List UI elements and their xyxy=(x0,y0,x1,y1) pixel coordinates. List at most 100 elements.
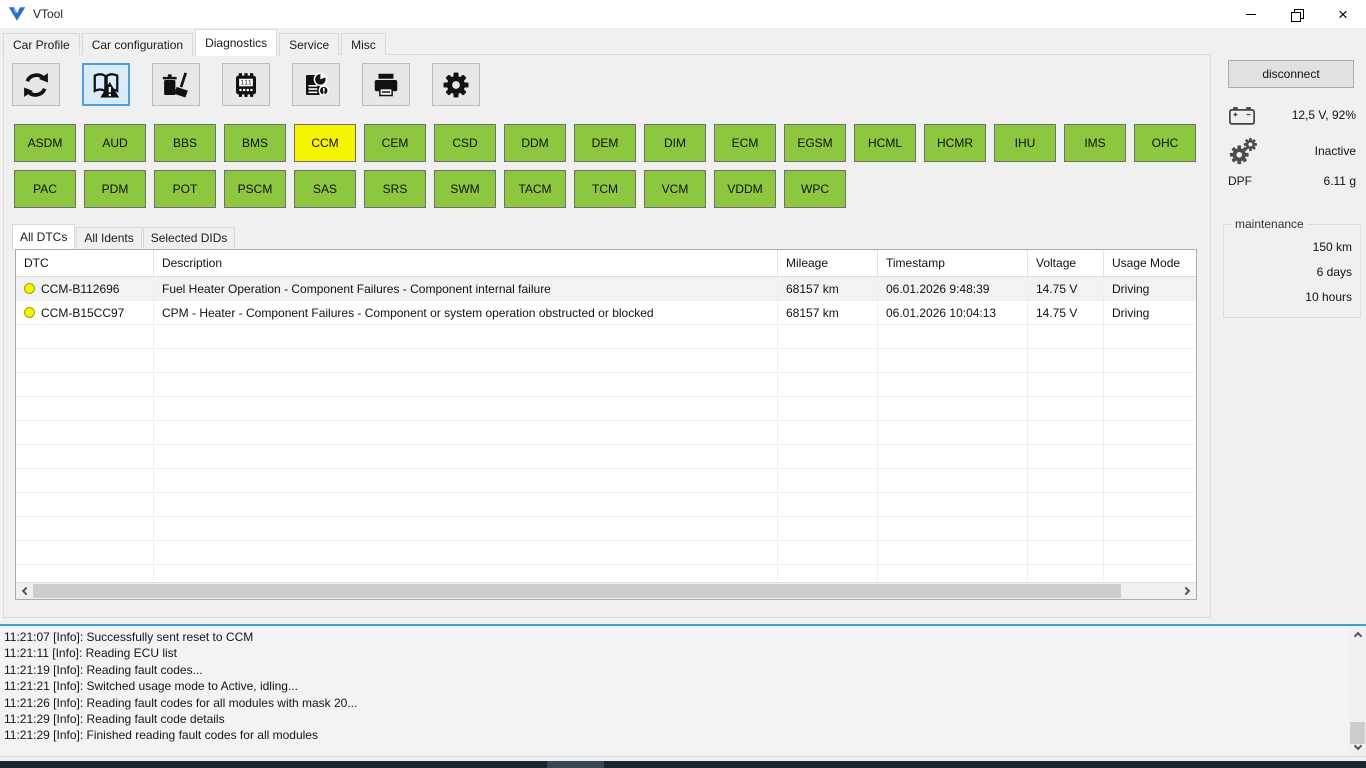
module-button-ihu[interactable]: IHU xyxy=(994,124,1056,162)
module-button-hcmr[interactable]: HCMR xyxy=(924,124,986,162)
module-button-srs[interactable]: SRS xyxy=(364,170,426,208)
window-title: VTool xyxy=(33,7,63,21)
scrollbar-thumb[interactable] xyxy=(33,584,1121,598)
usage-mode-row: Inactive xyxy=(1228,136,1356,166)
tab-selected-dids[interactable]: Selected DIDs xyxy=(143,227,236,248)
module-button-ohc[interactable]: OHC xyxy=(1134,124,1196,162)
maintenance-hours: 10 hours xyxy=(1305,285,1352,310)
minimize-icon xyxy=(1246,14,1256,15)
module-button-sas[interactable]: SAS xyxy=(294,170,356,208)
scroll-down-arrow[interactable] xyxy=(1349,739,1366,756)
module-button-pot[interactable]: POT xyxy=(154,170,216,208)
module-button-csd[interactable]: CSD xyxy=(434,124,496,162)
minimize-button[interactable] xyxy=(1228,0,1274,28)
module-button-dim[interactable]: DIM xyxy=(644,124,706,162)
dtc-description: Fuel Heater Operation - Component Failur… xyxy=(154,277,778,301)
col-header-mileage[interactable]: Mileage xyxy=(778,250,878,277)
print-button[interactable] xyxy=(362,63,410,106)
col-header-description[interactable]: Description xyxy=(154,250,778,277)
battery-icon xyxy=(1228,105,1256,126)
dtc-timestamp: 06.01.2026 10:04:13 xyxy=(878,301,1028,325)
table-row-empty xyxy=(16,349,1196,373)
clear-dtcs-button[interactable] xyxy=(152,63,200,106)
module-button-pdm[interactable]: PDM xyxy=(84,170,146,208)
tab-car-profile[interactable]: Car Profile xyxy=(3,33,80,55)
col-header-timestamp[interactable]: Timestamp xyxy=(878,250,1028,277)
col-header-dtc[interactable]: DTC xyxy=(16,250,154,277)
log-vertical-scrollbar[interactable] xyxy=(1349,626,1366,756)
disconnect-button[interactable]: disconnect xyxy=(1228,60,1354,88)
restore-icon xyxy=(1292,9,1303,20)
module-button-vcm[interactable]: VCM xyxy=(644,170,706,208)
scroll-up-arrow[interactable] xyxy=(1349,626,1366,643)
title-bar: VTool × xyxy=(0,0,1366,28)
tab-all-idents[interactable]: All Idents xyxy=(76,227,141,248)
app-logo-icon xyxy=(8,6,26,22)
taskbar-segment xyxy=(547,761,604,768)
battery-value: 12,5 V, 92% xyxy=(1292,108,1356,122)
module-button-asdm[interactable]: ASDM xyxy=(14,124,76,162)
table-horizontal-scrollbar[interactable] xyxy=(16,582,1196,599)
module-button-pac[interactable]: PAC xyxy=(14,170,76,208)
tab-car-configuration[interactable]: Car configuration xyxy=(82,33,193,55)
restore-button[interactable] xyxy=(1274,0,1320,28)
table-row-empty xyxy=(16,517,1196,541)
settings-button[interactable] xyxy=(432,63,480,106)
module-button-tacm[interactable]: TACM xyxy=(504,170,566,208)
module-button-ims[interactable]: IMS xyxy=(1064,124,1126,162)
table-row[interactable]: CCM-B112696 Fuel Heater Operation - Comp… xyxy=(16,277,1196,301)
tab-service[interactable]: Service xyxy=(279,33,339,55)
dtc-table: DTC Description Mileage Timestamp Voltag… xyxy=(15,249,1197,600)
module-button-egsm[interactable]: EGSM xyxy=(784,124,846,162)
main-tab-strip: Car Profile Car configuration Diagnostic… xyxy=(0,28,388,55)
module-button-bbs[interactable]: BBS xyxy=(154,124,216,162)
module-button-vddm[interactable]: VDDM xyxy=(714,170,776,208)
ecu-icon: 111 xyxy=(231,70,261,100)
dtc-usage-mode: Driving xyxy=(1104,301,1196,325)
book-warning-icon xyxy=(91,70,121,100)
module-button-bms[interactable]: BMS xyxy=(224,124,286,162)
module-button-aud[interactable]: AUD xyxy=(84,124,146,162)
close-button[interactable]: × xyxy=(1320,0,1366,28)
chevron-right-icon xyxy=(1182,587,1190,595)
module-button-dem[interactable]: DEM xyxy=(574,124,636,162)
chevron-up-icon xyxy=(1353,632,1361,640)
refresh-button[interactable] xyxy=(12,63,60,106)
report-icon xyxy=(301,70,331,100)
dtc-code: CCM-B15CC97 xyxy=(41,306,124,320)
module-button-ecm[interactable]: ECM xyxy=(714,124,776,162)
module-button-ddm[interactable]: DDM xyxy=(504,124,566,162)
tab-misc[interactable]: Misc xyxy=(341,33,386,55)
clear-icon xyxy=(161,70,191,100)
svg-text:111: 111 xyxy=(240,79,252,86)
read-dtcs-button[interactable] xyxy=(82,63,130,106)
dtc-status-icon xyxy=(24,283,35,294)
module-button-tcm[interactable]: TCM xyxy=(574,170,636,208)
close-icon: × xyxy=(1338,6,1348,23)
module-button-wpc[interactable]: WPC xyxy=(784,170,846,208)
scroll-right-arrow[interactable] xyxy=(1179,583,1196,599)
col-header-voltage[interactable]: Voltage xyxy=(1028,250,1104,277)
ecu-button[interactable]: 111 xyxy=(222,63,270,106)
tab-diagnostics[interactable]: Diagnostics xyxy=(195,29,277,56)
scroll-left-arrow[interactable] xyxy=(16,583,33,599)
module-button-hcml[interactable]: HCML xyxy=(854,124,916,162)
tab-all-dtcs[interactable]: All DTCs xyxy=(12,224,75,249)
table-row[interactable]: CCM-B15CC97 CPM - Heater - Component Fai… xyxy=(16,301,1196,325)
dtc-voltage: 14.75 V xyxy=(1028,301,1104,325)
col-header-usage-mode[interactable]: Usage Mode xyxy=(1104,250,1196,277)
dpf-value: 6.11 g xyxy=(1324,174,1356,188)
dtc-voltage: 14.75 V xyxy=(1028,277,1104,301)
status-panel: disconnect 12,5 V, 92% xyxy=(1215,54,1366,618)
chevron-left-icon xyxy=(22,587,30,595)
maintenance-group: maintenance 150 km 6 days 10 hours xyxy=(1223,224,1361,318)
module-button-swm[interactable]: SWM xyxy=(434,170,496,208)
module-row-1: ASDM AUD BBS BMS CCM CEM CSD DDM DEM DIM… xyxy=(14,124,1204,162)
taskbar-strip xyxy=(0,761,1366,768)
module-button-pscm[interactable]: PSCM xyxy=(224,170,286,208)
module-button-cem[interactable]: CEM xyxy=(364,124,426,162)
maintenance-title: maintenance xyxy=(1231,217,1308,231)
log-line: 11:21:29 [Info]: Reading fault code deta… xyxy=(4,711,1346,727)
module-button-ccm[interactable]: CCM xyxy=(294,124,356,162)
report-button[interactable] xyxy=(292,63,340,106)
